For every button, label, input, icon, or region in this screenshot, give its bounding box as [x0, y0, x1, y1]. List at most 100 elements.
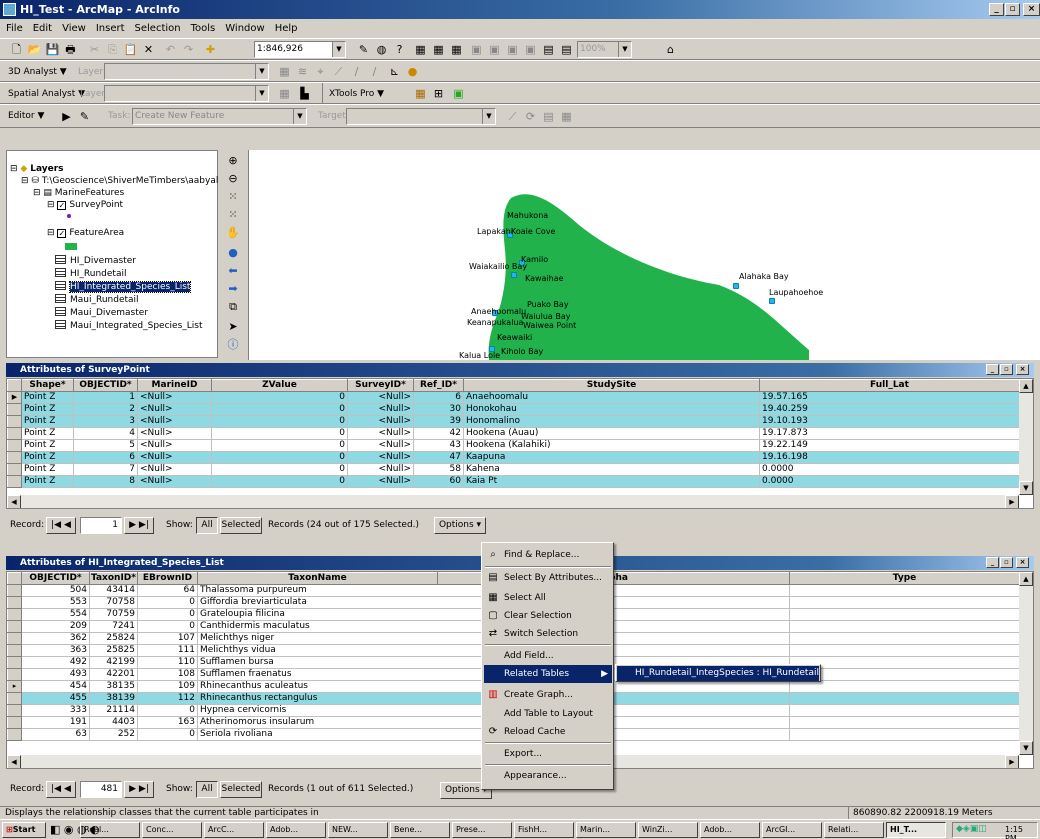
close-button[interactable]: × [1016, 364, 1029, 375]
taskbar-task-button[interactable]: NEW... [328, 822, 388, 838]
map-view[interactable]: Mahukona Lapakahi Koaie Cove Kamilo Waia… [248, 150, 1040, 360]
xtools-table-icon[interactable]: ▦ [412, 85, 429, 102]
menu-view[interactable]: View [58, 20, 90, 37]
menu-related-tables[interactable]: Related Tables ▶ [484, 665, 612, 683]
toc-table-hi-integrated-species[interactable]: HI_Integrated_Species_List [55, 281, 192, 293]
profile-graph-icon[interactable]: ⊾ [386, 63, 403, 80]
column-header[interactable]: EBrownID [137, 572, 198, 585]
minimize-button[interactable]: _ [989, 3, 1004, 16]
toc-group-marinefeatures[interactable]: ⊟ ▤ MarineFeatures [33, 187, 124, 199]
table-row[interactable]: ▶ Point Z 1 <Null> 0 <Null> 6 Anaehoomalu 19.57.… [7, 391, 1020, 404]
column-header[interactable]: TaxonName [197, 572, 438, 585]
row-selector[interactable] [7, 608, 22, 621]
zoom-out-icon[interactable]: ⊖ [225, 171, 241, 187]
column-header[interactable]: MarineID [137, 379, 212, 392]
undo-icon[interactable]: ↶ [162, 41, 179, 58]
row-selector[interactable] [7, 415, 22, 428]
spatial-analyst-menu[interactable]: Spatial Analyst ▼ [8, 83, 85, 105]
row-selector[interactable]: ▸ [7, 680, 22, 693]
row-selector[interactable] [7, 644, 22, 657]
toc-table-maui-divemaster[interactable]: Maui_Divemaster [55, 307, 148, 319]
taskbar-task-button[interactable]: HI_T... [886, 822, 946, 838]
steepest-path-icon[interactable]: ≋ [294, 63, 311, 80]
arcscene-icon[interactable]: ● [404, 63, 421, 80]
checkbox-checked-icon[interactable]: ✓ [57, 201, 67, 210]
show-selected-button[interactable]: Selected [220, 517, 262, 534]
next-last-record-button[interactable]: ▶ ▶| [124, 781, 154, 798]
record-number-field[interactable]: 1 [80, 517, 122, 534]
menu-appearance[interactable]: Appearance... [484, 767, 612, 785]
task-combo[interactable]: Create New Feature ▼ [132, 108, 307, 125]
scroll-down-icon[interactable]: ▼ [1019, 481, 1033, 495]
record-number-field[interactable]: 481 [80, 781, 122, 798]
redo-icon[interactable]: ↷ [180, 41, 197, 58]
toc-layer-surveypoint[interactable]: ⊟ ✓ SurveyPoint [47, 199, 123, 211]
layout-page-icon[interactable]: ▤ [558, 41, 575, 58]
profile-icon[interactable]: ⟋ [330, 63, 347, 80]
row-selector[interactable] [7, 439, 22, 452]
spatial-layer-combo[interactable]: ▼ [104, 85, 269, 102]
table-row[interactable]: Point Z 2 <Null> 0 <Null> 30 Honokohau 19.40.25… [7, 403, 1020, 416]
column-header[interactable]: ZValue [211, 379, 348, 392]
horizontal-scrollbar[interactable]: ◀ ▶ [7, 495, 1019, 508]
close-button[interactable]: × [1023, 3, 1040, 16]
menu-selection[interactable]: Selection [131, 20, 185, 37]
survey-point-marker[interactable] [511, 272, 517, 278]
open-icon[interactable]: 📂 [26, 41, 43, 58]
row-selector[interactable] [7, 475, 22, 488]
target-combo[interactable]: ▼ [346, 108, 496, 125]
sketch-properties-icon[interactable]: ▦ [558, 108, 575, 125]
row-selector[interactable] [7, 656, 22, 669]
zoom-percent-combo[interactable]: 100% ▼ [577, 41, 632, 58]
survey-point-marker[interactable] [733, 283, 739, 289]
column-header[interactable]: Ref_ID* [413, 379, 464, 392]
layout-fixed-zoom-icon[interactable]: ▣ [504, 41, 521, 58]
menu-find-replace[interactable]: ⌕ Find & Replace... [484, 546, 612, 564]
whats-this-icon[interactable]: ? [391, 41, 408, 58]
toc-path[interactable]: ⊟ ⛁ T:\Geoscience\ShiverMeTimbers\aabyal [21, 175, 218, 187]
fixed-zoom-out-icon[interactable]: ⁙ [225, 207, 241, 223]
taskbar-task-button[interactable]: Relati... [824, 822, 884, 838]
submenu-relationship-item[interactable]: HI_Rundetail_IntegSpecies : HI_Rundetail [617, 666, 819, 681]
row-selector[interactable] [7, 728, 22, 741]
toc-layers-root[interactable]: ⊟ ◆ Layers [10, 163, 64, 175]
column-header[interactable]: StudySite [463, 379, 760, 392]
new-doc-icon[interactable]: 🗋 [8, 41, 25, 58]
table-row[interactable]: Point Z 3 <Null> 0 <Null> 39 Honomalino 19.10.1… [7, 415, 1020, 428]
taskbar-task-button[interactable]: Conc... [142, 822, 202, 838]
cut-icon[interactable]: ✂ [86, 41, 103, 58]
row-selector[interactable] [7, 427, 22, 440]
column-header[interactable]: Full_Lat [759, 379, 1020, 392]
spatial-contour-icon[interactable]: ▦ [276, 85, 293, 102]
row-selector[interactable] [7, 692, 22, 705]
taskbar-task-button[interactable]: ArcGI... [762, 822, 822, 838]
interpolate-line-icon[interactable]: ∕ [348, 63, 365, 80]
menu-add-field[interactable]: Add Field... [484, 647, 612, 665]
rotate-tool-icon[interactable]: ⟳ [522, 108, 539, 125]
maximize-button[interactable]: ▫ [1000, 364, 1013, 375]
paste-icon[interactable]: 📋 [122, 41, 139, 58]
scroll-right-icon[interactable]: ▶ [1005, 495, 1019, 508]
taskbar-task-button[interactable]: Prese... [452, 822, 512, 838]
tray-icons[interactable]: ◆◈▣◫ [956, 824, 987, 834]
row-selector[interactable]: ▶ [7, 391, 22, 404]
scroll-left-icon[interactable]: ◀ [7, 495, 21, 508]
copy-icon[interactable]: ⎘ [104, 41, 121, 58]
toc-layer-featurearea[interactable]: ⊟ ✓ FeatureArea [47, 227, 124, 239]
select-elements-icon[interactable]: ➤ [225, 319, 241, 335]
menu-create-graph[interactable]: ▥ Create Graph... [484, 686, 612, 704]
show-all-button[interactable]: All [196, 517, 218, 534]
identify-icon[interactable]: ⓘ [225, 337, 241, 353]
layout-full-icon[interactable]: ▣ [522, 41, 539, 58]
scroll-up-icon[interactable]: ▲ [1019, 379, 1033, 393]
row-selector[interactable] [7, 463, 22, 476]
vertical-scrollbar[interactable]: ▲ ▼ [1019, 379, 1033, 495]
3d-layer-combo[interactable]: ▼ [104, 63, 269, 80]
first-prev-record-button[interactable]: |◀ ◀ [46, 781, 76, 798]
scroll-down-icon[interactable]: ▼ [1019, 741, 1033, 755]
split-tool-icon[interactable]: ⟋ [504, 108, 521, 125]
toc-table-maui-integrated-species[interactable]: Maui_Integrated_Species_List [55, 320, 203, 332]
xtools-green-icon[interactable]: ▣ [450, 85, 467, 102]
row-selector[interactable] [7, 716, 22, 729]
editor-menu[interactable]: Editor ▼ [8, 105, 44, 127]
